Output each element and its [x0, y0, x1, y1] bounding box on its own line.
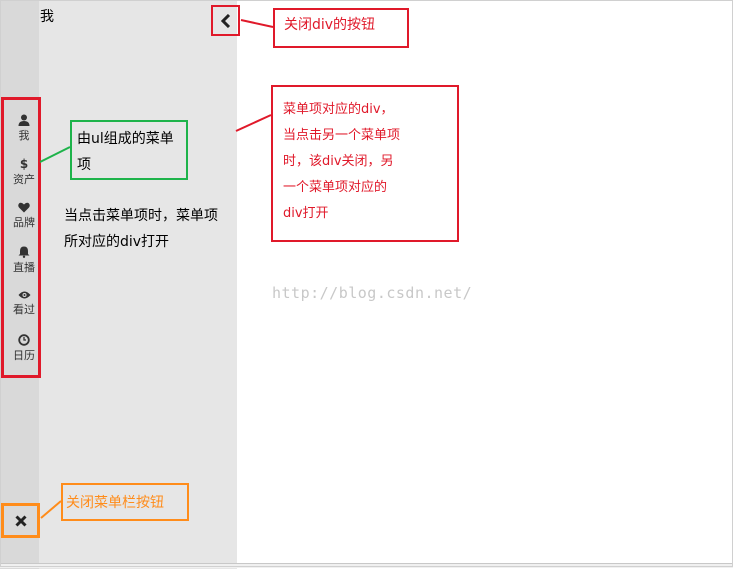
menu-item-brand[interactable]: 品牌: [4, 202, 44, 242]
menu-item-label: 资产: [13, 173, 35, 186]
watermark: http://blog.csdn.net/: [272, 284, 473, 302]
heart-icon: [18, 202, 30, 213]
close-icon: [14, 514, 27, 527]
menu-list-box: 我 $ 资产 品牌 直播 看过 日历: [1, 97, 41, 378]
annotation-text: 关闭菜单栏按钮: [66, 495, 164, 511]
annotation-line: div打开: [283, 206, 329, 221]
user-icon: [18, 114, 30, 126]
menu-item-label: 品牌: [13, 216, 35, 229]
menu-item-live[interactable]: 直播: [4, 246, 44, 286]
annotation-ul-menu: 由ul组成的菜单项: [70, 120, 188, 180]
annotation-line: 一个菜单项对应的: [283, 180, 388, 195]
eye-icon: [18, 291, 30, 299]
menu-item-assets[interactable]: $ 资产: [4, 158, 44, 198]
annotation-text: 关闭div的按钮: [284, 17, 376, 33]
chevron-left-icon: [220, 13, 230, 28]
menu-item-calendar[interactable]: 日历: [4, 334, 44, 374]
menu-item-label: 看过: [13, 303, 35, 316]
menu-item-me[interactable]: 我: [4, 114, 44, 154]
menu-item-watched[interactable]: 看过: [4, 290, 44, 330]
annotation-line: 当点击另一个菜单项: [283, 128, 401, 143]
close-menu-button[interactable]: [1, 503, 40, 538]
bell-icon: [18, 246, 30, 258]
menu-item-label: 直播: [13, 261, 35, 274]
clock-icon: [18, 334, 30, 346]
annotation-close-div-button: 关闭div的按钮: [273, 8, 409, 48]
annotation-line: 时，该div关闭，另: [283, 154, 394, 169]
menu-item-label: 日历: [13, 349, 35, 362]
annotation-menu-div: 菜单项对应的div， 当点击另一个菜单项 时，该div关闭，另 一个菜单项对应的…: [271, 85, 459, 242]
menu-item-label: 我: [18, 129, 30, 142]
dollar-icon: $: [19, 157, 29, 171]
panel-title: 我: [40, 9, 54, 25]
annotation-line: 菜单项对应的div，: [283, 102, 394, 117]
annotation-text: 由ul组成的菜单项: [77, 131, 174, 173]
annotation-close-menu-button: 关闭菜单栏按钮: [61, 483, 189, 521]
click-behavior-note: 当点击菜单项时，菜单项所对应的div打开: [64, 208, 218, 250]
close-div-button[interactable]: [211, 5, 240, 36]
